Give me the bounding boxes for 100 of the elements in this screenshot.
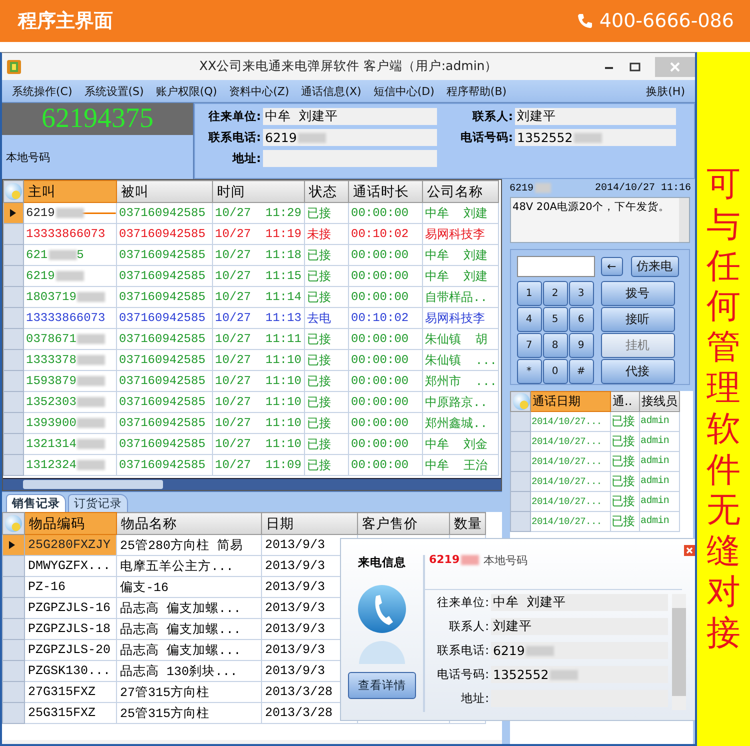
table-cell: 易网科技李 [422,308,498,328]
row-header[interactable] [4,202,24,224]
dial-key[interactable]: 6 [568,306,594,332]
tab[interactable]: 销售记录 [6,494,66,512]
dial-key[interactable]: * [516,358,542,384]
row-header[interactable] [2,534,24,556]
redacted-digits [298,132,326,142]
column-header[interactable]: 数量 [450,512,486,534]
message-sender: 6219 [510,183,551,195]
dial-key[interactable]: 4 [516,306,542,332]
window-title: XX公司来电通来电弹屏软件 客户端（用户:admin） [198,58,499,75]
dial-key[interactable]: 8 [542,332,568,358]
column-header[interactable]: 通话时长 [348,180,422,202]
table-cell: 00:00:00 [348,202,422,224]
field-label: 电话号码: [436,667,489,682]
maximize-icon[interactable] [629,60,641,72]
dial-key[interactable]: 0 [542,358,568,384]
table-cell: 已接 [304,266,348,286]
close-icon[interactable] [655,56,695,76]
table-cell: 10/27 11:29 [212,202,304,224]
dial-key[interactable]: 2 [542,280,568,306]
table-cell: 已接 [304,328,348,350]
redacted-digits [550,670,578,680]
dial-input-field[interactable] [516,256,595,277]
contact-field[interactable]: 1352552 [515,129,676,146]
table-cell: 已接 [304,244,348,266]
column-header[interactable]: 通话日期 [530,391,610,412]
redacted-digits [56,270,84,281]
column-header[interactable]: 被叫 [116,180,212,202]
dial-key[interactable]: 1 [516,280,542,306]
table-cell: PZGPZJLS-16 [24,598,116,618]
row-pointer-icon [10,209,16,217]
dial-key[interactable]: 3 [568,280,594,306]
close-icon[interactable] [684,545,695,556]
redacted-digits [77,376,106,386]
simulate-call-button[interactable]: 仿来电 [630,256,679,277]
menu-item[interactable]: 系统操作(C) [6,84,78,98]
menu-item[interactable]: 系统设置(S) [78,84,150,98]
vertical-scrollbar[interactable] [672,594,686,710]
call-action-button[interactable]: 接听 [600,306,675,332]
table-cell: 1333378 [24,350,116,370]
popup-title: 来电信息 [358,555,406,570]
column-header[interactable]: 接线员 [639,391,680,412]
column-header[interactable]: 日期 [262,512,358,534]
contact-field[interactable]: 刘建平 [491,618,668,635]
column-header[interactable]: 物品编码 [24,512,116,534]
view-details-button[interactable]: 查看详情 [348,672,416,699]
menu-item[interactable]: 短信中心(D) [367,84,440,98]
contact-field[interactable] [263,150,437,167]
phone-icon [577,13,594,29]
menu-item[interactable]: 账户权限(Q) [150,84,224,98]
tab[interactable]: 订货记录 [68,494,128,512]
field-label: 联系电话: [436,643,489,658]
contact-field[interactable]: 中牟 刘建平 [263,108,437,125]
menu-item[interactable]: 程序帮助(B) [440,84,513,98]
redacted-digits [77,354,106,365]
menu-item[interactable]: 资料中心(Z) [223,84,296,98]
backspace-button[interactable]: ← [600,256,623,276]
column-header[interactable]: 主叫 [24,180,116,202]
contact-field[interactable]: 6219 [263,129,437,146]
column-header[interactable]: 物品名称 [116,512,262,534]
table-cell: 13333866073 [24,308,116,328]
column-header[interactable]: 通.. [610,391,640,412]
globe-icon [5,183,22,200]
column-header[interactable]: 公司名称 [422,180,498,202]
menu-item[interactable]: 通话信息(X) [295,84,368,98]
table-cell: 中原路京.. [422,392,498,412]
vertical-scrollbar[interactable] [679,198,689,242]
contact-field[interactable]: 6219 [491,642,668,659]
table-cell: 00:10:02 [348,308,422,328]
contact-field[interactable]: 1352552 [491,666,668,683]
contact-field[interactable]: 中牟 刘建平 [491,594,668,611]
column-header[interactable]: 客户售价 [358,512,450,534]
table-cell: 037160942585 [116,202,212,224]
dial-key[interactable]: # [568,358,594,384]
table-cell: 00:00:00 [348,434,422,454]
dial-key[interactable]: 7 [516,332,542,358]
table-cell: 10/27 11:15 [212,266,304,286]
table-cell: 10/27 11:14 [212,286,304,308]
table-cell: 已接 [304,392,348,412]
message-box[interactable]: 48V 20A电源20个，下午发货。 [510,196,690,243]
table-cell: 00:00:00 [348,370,422,392]
dial-key[interactable]: 9 [568,332,594,358]
call-action-button[interactable]: 拨号 [600,280,675,306]
table-cell: DMWYGZFX... [24,556,116,576]
column-header[interactable]: 时间 [212,180,304,202]
table-cell: 25G315FXZ [24,702,116,724]
menu-item[interactable]: 换肤(H) [640,84,691,98]
contact-field[interactable]: 刘建平 [515,108,676,125]
app-icon [6,58,22,74]
column-header[interactable]: 状态 [304,180,348,202]
call-action-button[interactable]: 代接 [600,358,675,384]
table-cell: admin [639,431,680,452]
table-cell: 电摩五羊公主方... [116,556,262,576]
horizontal-scrollbar[interactable] [3,478,501,490]
table-cell: 037160942585 [116,392,212,412]
table-cell: 037160942585 [116,412,212,434]
table-cell: 中牟 刘金 [422,434,498,454]
dial-key[interactable]: 5 [542,306,568,332]
phone-icon [357,584,407,664]
